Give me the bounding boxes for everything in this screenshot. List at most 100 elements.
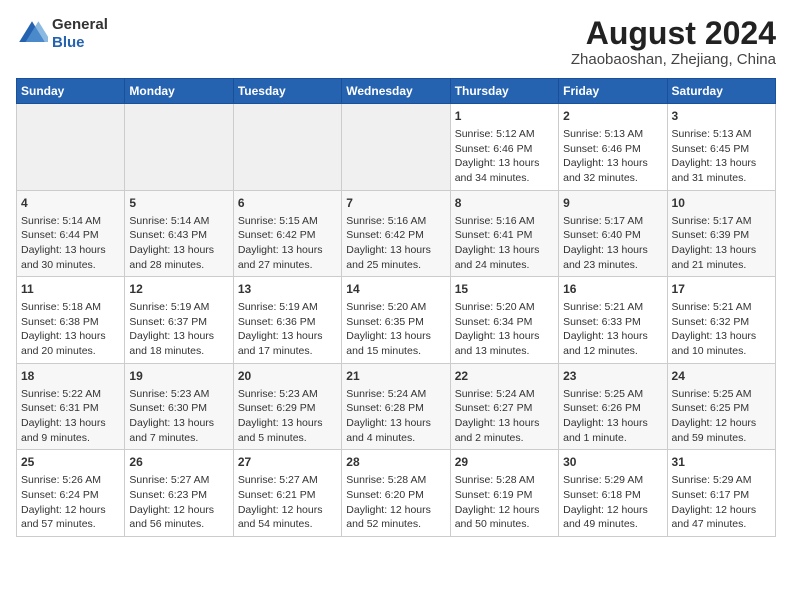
header-saturday: Saturday: [667, 79, 775, 104]
daylight-text: Daylight: 13 hours: [129, 417, 214, 429]
daylight-minutes: and 54 minutes.: [238, 518, 313, 530]
sunrise-text: Sunrise: 5:23 AM: [129, 388, 209, 400]
daylight-minutes: and 18 minutes.: [129, 345, 204, 357]
day-number: 4: [21, 195, 120, 212]
day-number: 7: [346, 195, 445, 212]
day-number: 6: [238, 195, 337, 212]
week-row-2: 4Sunrise: 5:14 AMSunset: 6:44 PMDaylight…: [17, 190, 776, 277]
day-number: 22: [455, 368, 554, 385]
calendar-cell: 29Sunrise: 5:28 AMSunset: 6:19 PMDayligh…: [450, 450, 558, 537]
sunrise-text: Sunrise: 5:13 AM: [672, 128, 752, 140]
main-title: August 2024: [571, 16, 776, 51]
daylight-text: Daylight: 12 hours: [21, 504, 106, 516]
daylight-text: Daylight: 12 hours: [346, 504, 431, 516]
sunset-text: Sunset: 6:25 PM: [672, 402, 750, 414]
sunset-text: Sunset: 6:20 PM: [346, 489, 424, 501]
calendar-cell: 22 Sunrise: 5:24 AM Sunset: 6:27 PM Dayligh…: [450, 363, 558, 450]
daylight-text: Daylight: 12 hours: [672, 417, 757, 429]
daylight-text: Daylight: 13 hours: [672, 330, 757, 342]
calendar-cell: 21Sunrise: 5:24 AMSunset: 6:28 PMDayligh…: [342, 363, 450, 450]
logo: General Blue: [16, 16, 108, 52]
calendar-cell: 15Sunrise: 5:20 AMSunset: 6:34 PMDayligh…: [450, 277, 558, 364]
sunset-text: Sunset: 6:31 PM: [21, 402, 99, 414]
subtitle: Zhaobaoshan, Zhejiang, China: [571, 51, 776, 68]
sunrise-text: Sunrise: 5:15 AM: [238, 215, 318, 227]
calendar-cell: 28Sunrise: 5:28 AMSunset: 6:20 PMDayligh…: [342, 450, 450, 537]
day-number: 11: [21, 281, 120, 298]
week-row-5: 25Sunrise: 5:26 AMSunset: 6:24 PMDayligh…: [17, 450, 776, 537]
daylight-text: Daylight: 13 hours: [455, 157, 540, 169]
daylight-text: Daylight: 13 hours: [346, 244, 431, 256]
logo-icon: [16, 18, 48, 50]
logo-blue-text: Blue: [52, 34, 108, 52]
sunset-text: Sunset: 6:46 PM: [563, 143, 641, 155]
calendar-cell: 25Sunrise: 5:26 AMSunset: 6:24 PMDayligh…: [17, 450, 125, 537]
sunset-text: Sunset: 6:39 PM: [672, 229, 750, 241]
calendar-cell: 19Sunrise: 5:23 AMSunset: 6:30 PMDayligh…: [125, 363, 233, 450]
calendar-cell: 14 Sunrise: 5:20 AM Sunset: 6:35 PM Dayligh…: [342, 277, 450, 364]
day-number: 20: [238, 368, 337, 385]
daylight-text: Daylight: 13 hours: [346, 330, 431, 342]
sunrise-text: Sunrise: 5:25 AM: [672, 388, 752, 400]
daylight-text: Daylight: 13 hours: [238, 417, 323, 429]
daylight-text: Daylight: 13 hours: [346, 417, 431, 429]
calendar-cell: 12Sunrise: 5:19 AMSunset: 6:37 PMDayligh…: [125, 277, 233, 364]
sunset-text: Sunset: 6:42 PM: [238, 229, 316, 241]
sunrise-text: Sunrise: 5:24 AM: [455, 388, 535, 400]
daylight-minutes: and 1 minute.: [563, 432, 627, 444]
daylight-minutes: and 27 minutes.: [238, 259, 313, 271]
sunrise-text: Sunrise: 5:24 AM: [346, 388, 426, 400]
sunrise-text: Sunrise: 5:12 AM: [455, 128, 535, 140]
sunset-text: Sunset: 6:17 PM: [672, 489, 750, 501]
sunrise-text: Sunrise: 5:20 AM: [346, 301, 426, 313]
daylight-text: Daylight: 13 hours: [563, 330, 648, 342]
daylight-text: Daylight: 13 hours: [21, 330, 106, 342]
sunset-text: Sunset: 6:33 PM: [563, 316, 641, 328]
daylight-text: Daylight: 13 hours: [455, 244, 540, 256]
sunrise-text: Sunrise: 5:27 AM: [238, 474, 318, 486]
calendar-cell: 26Sunrise: 5:27 AMSunset: 6:23 PMDayligh…: [125, 450, 233, 537]
sunset-text: Sunset: 6:35 PM: [346, 316, 424, 328]
sunset-text: Sunset: 6:27 PM: [455, 402, 533, 414]
calendar-cell: 20Sunrise: 5:23 AMSunset: 6:29 PMDayligh…: [233, 363, 341, 450]
day-number: 19: [129, 368, 228, 385]
sunrise-text: Sunrise: 5:16 AM: [346, 215, 426, 227]
sunset-text: Sunset: 6:23 PM: [129, 489, 207, 501]
sunrise-text: Sunrise: 5:19 AM: [129, 301, 209, 313]
day-number: 31: [672, 454, 771, 471]
sunrise-text: Sunrise: 5:17 AM: [563, 215, 643, 227]
week-row-1: 1Sunrise: 5:12 AMSunset: 6:46 PMDaylight…: [17, 104, 776, 191]
daylight-minutes: and 13 minutes.: [455, 345, 530, 357]
sunrise-text: Sunrise: 5:16 AM: [455, 215, 535, 227]
daylight-text: Daylight: 12 hours: [563, 504, 648, 516]
day-number: 25: [21, 454, 120, 471]
day-number: 2: [563, 108, 662, 125]
calendar-cell: 31Sunrise: 5:29 AMSunset: 6:17 PMDayligh…: [667, 450, 775, 537]
sunrise-text: Sunrise: 5:13 AM: [563, 128, 643, 140]
daylight-minutes: and 57 minutes.: [21, 518, 96, 530]
day-number: 29: [455, 454, 554, 471]
calendar-cell: 3Sunrise: 5:13 AMSunset: 6:45 PMDaylight…: [667, 104, 775, 191]
sunrise-text: Sunrise: 5:28 AM: [346, 474, 426, 486]
daylight-minutes: and 2 minutes.: [455, 432, 524, 444]
calendar-cell: 9Sunrise: 5:17 AMSunset: 6:40 PMDaylight…: [559, 190, 667, 277]
daylight-text: Daylight: 13 hours: [455, 417, 540, 429]
header-thursday: Thursday: [450, 79, 558, 104]
daylight-minutes: and 21 minutes.: [672, 259, 747, 271]
day-number: 9: [563, 195, 662, 212]
calendar-cell: 8Sunrise: 5:16 AMSunset: 6:41 PMDaylight…: [450, 190, 558, 277]
calendar-cell: 6Sunrise: 5:15 AMSunset: 6:42 PMDaylight…: [233, 190, 341, 277]
sunset-text: Sunset: 6:32 PM: [672, 316, 750, 328]
day-number: 16: [563, 281, 662, 298]
title-area: August 2024 Zhaobaoshan, Zhejiang, China: [571, 16, 776, 68]
daylight-text: Daylight: 13 hours: [672, 244, 757, 256]
day-number: 18: [21, 368, 120, 385]
calendar-cell: 24Sunrise: 5:25 AMSunset: 6:25 PMDayligh…: [667, 363, 775, 450]
sunset-text: Sunset: 6:21 PM: [238, 489, 316, 501]
header-tuesday: Tuesday: [233, 79, 341, 104]
daylight-minutes: and 31 minutes.: [672, 172, 747, 184]
daylight-minutes: and 30 minutes.: [21, 259, 96, 271]
sunset-text: Sunset: 6:46 PM: [455, 143, 533, 155]
header-friday: Friday: [559, 79, 667, 104]
day-number: 14: [346, 281, 445, 298]
